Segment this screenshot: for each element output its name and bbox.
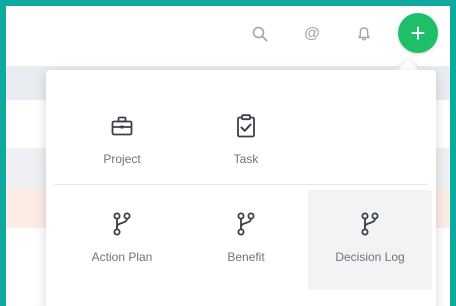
menu-divider <box>54 184 428 185</box>
create-project-label: Project <box>103 152 141 166</box>
briefcase-icon <box>108 112 136 140</box>
top-bar: @ + <box>6 6 450 66</box>
at-sign-icon[interactable]: @ <box>298 20 326 48</box>
bell-icon[interactable] <box>350 20 378 48</box>
create-action-plan-item[interactable]: Action Plan <box>60 190 184 290</box>
clipboard-check-icon <box>232 112 260 140</box>
search-icon[interactable] <box>246 20 274 48</box>
app-frame: @ + Project Task Action Plan Benefit Dec… <box>6 6 450 306</box>
create-benefit-label: Benefit <box>227 250 265 264</box>
create-task-item[interactable]: Task <box>184 82 308 182</box>
create-project-item[interactable]: Project <box>60 82 184 182</box>
git-branch-icon <box>232 210 260 238</box>
git-branch-icon <box>108 210 136 238</box>
at-symbol: @ <box>304 25 320 42</box>
create-decision-log-label: Decision Log <box>335 250 405 264</box>
create-task-label: Task <box>233 152 259 166</box>
plus-icon: + <box>410 18 426 48</box>
git-branch-icon <box>356 210 384 238</box>
add-button[interactable]: + <box>398 13 438 53</box>
create-benefit-item[interactable]: Benefit <box>184 190 308 290</box>
create-action-plan-label: Action Plan <box>91 250 153 264</box>
create-decision-log-item[interactable]: Decision Log <box>308 190 432 290</box>
create-menu-dropdown: Project Task Action Plan Benefit Decisio… <box>46 70 436 306</box>
